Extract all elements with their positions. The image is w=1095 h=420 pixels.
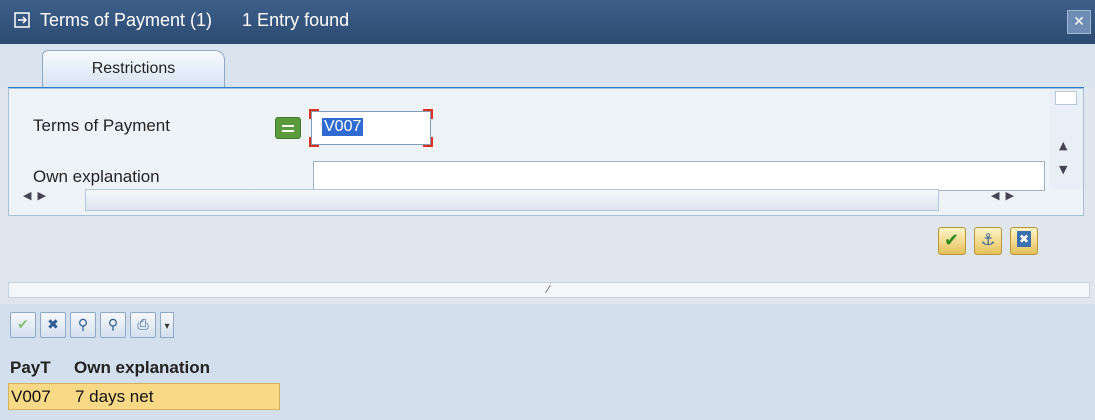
horizontal-scrollbar[interactable] [85, 189, 939, 211]
print-icon[interactable]: ⎙ [130, 312, 156, 338]
cancel-button[interactable] [1010, 227, 1038, 255]
table-row[interactable]: V007 7 days net [8, 383, 280, 410]
terms-of-payment-label: Terms of Payment [33, 116, 170, 135]
focus-corner [309, 137, 319, 147]
splitter-bar[interactable]: ⁄ [8, 282, 1090, 298]
scroll-up-icon[interactable]: ▲ [1059, 139, 1067, 152]
own-explanation-label: Own explanation [33, 167, 160, 186]
window-titlebar: Terms of Payment (1) 1 Entry found ✕ [0, 0, 1095, 44]
column-header-payt[interactable]: PayT [10, 358, 51, 378]
cell-explanation: 7 days net [75, 387, 154, 406]
continue-button[interactable] [938, 227, 966, 255]
find-icon[interactable]: ⚲ [70, 312, 96, 338]
column-header-own-explanation[interactable]: Own explanation [74, 358, 210, 378]
close-button[interactable]: ✕ [1067, 10, 1091, 34]
own-explanation-input[interactable] [313, 161, 1045, 191]
window-icon [14, 12, 30, 28]
splitter-grip-icon[interactable]: ⁄ [547, 283, 549, 296]
focus-corner [423, 109, 433, 119]
cancel-icon[interactable]: ✖ [40, 312, 66, 338]
check-icon[interactable]: ✔ [10, 312, 36, 338]
terms-of-payment-input[interactable]: V007 [309, 109, 433, 147]
cell-payt: V007 [11, 387, 51, 406]
search-help-button[interactable] [974, 227, 1002, 255]
dialog-title: Terms of Payment (1) [40, 10, 213, 30]
find-next-icon[interactable]: ⚲ [100, 312, 126, 338]
window-title: Terms of Payment (1) 1 Entry found [40, 10, 349, 31]
scroll-thumb[interactable] [1055, 91, 1077, 105]
entry-count-status: 1 Entry found [242, 10, 350, 30]
restrictions-panel: Terms of Payment V007 Own explanation ▲ … [8, 88, 1084, 216]
equals-option-button[interactable] [275, 117, 301, 139]
scroll-down-icon[interactable]: ▼ [1059, 163, 1067, 176]
focus-corner [309, 109, 319, 119]
scroll-left-right-icon[interactable]: ◀▶ [991, 189, 1020, 202]
close-icon: ✕ [1073, 14, 1085, 30]
focus-corner [423, 137, 433, 147]
dropdown-arrow-icon[interactable]: ▾ [160, 312, 174, 338]
scroll-left-right-icon[interactable]: ◀▶ [23, 189, 52, 202]
vertical-scrollbar[interactable]: ▲ ▼ [1049, 89, 1083, 189]
tab-restrictions[interactable]: Restrictions [42, 50, 225, 88]
terms-of-payment-value: V007 [322, 118, 364, 136]
